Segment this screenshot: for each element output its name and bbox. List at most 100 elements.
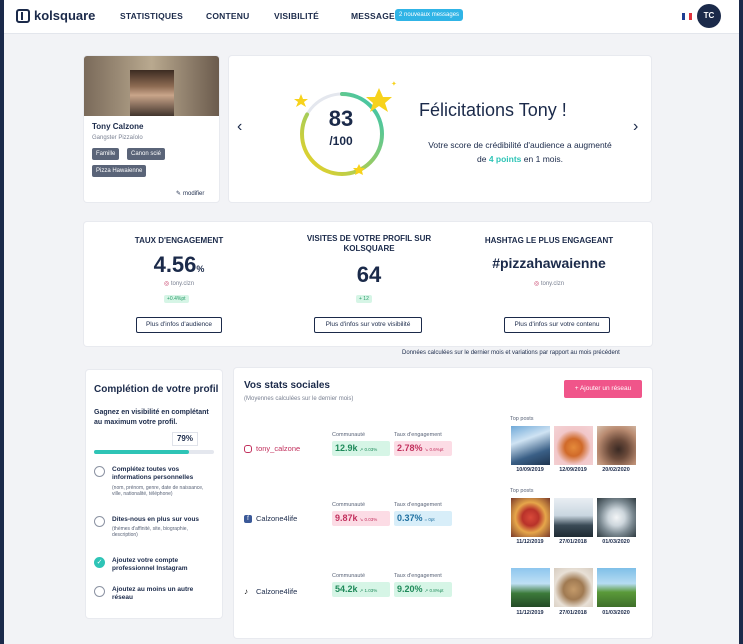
instagram-community-delta: ↗ 0.03% xyxy=(359,447,378,452)
congratulations-title: Félicitations Tony ! xyxy=(419,100,567,120)
completion-item[interactable]: Dites-nous en plus sur vous (thèmes d'af… xyxy=(94,516,218,544)
completion-title: Complétion de votre profil xyxy=(94,384,219,395)
add-network-button[interactable]: + Ajouter un réseau xyxy=(564,380,642,398)
completion-item-label: Ajoutez au moins un autre réseau xyxy=(112,586,194,601)
edit-profile-link[interactable]: ✎ modifier xyxy=(176,190,205,198)
top-post-thumbnail[interactable] xyxy=(597,568,636,607)
facebook-community-value: 9.87k xyxy=(335,513,358,523)
completion-percent: 79% xyxy=(172,432,198,446)
star-icon xyxy=(366,88,392,112)
tiktok-community: 54.2k ↗ 1.03% xyxy=(332,582,390,597)
completion-item[interactable]: Ajoutez au moins un autre réseau xyxy=(94,586,218,606)
hashtag-value: #pizzahawaienne xyxy=(492,255,606,271)
top-post-thumbnail[interactable] xyxy=(511,568,550,607)
facebook-account[interactable]: f Calzone4life xyxy=(244,514,297,523)
completion-item-label: Complétez toutes vos informations person… xyxy=(112,466,194,481)
top-post-thumbnail[interactable] xyxy=(597,498,636,537)
nav-messages[interactable]: MESSAGES xyxy=(351,11,401,21)
score-increase: 4 points xyxy=(488,154,522,164)
completion-item[interactable]: Complétez toutes vos informations person… xyxy=(94,466,218,510)
engagement-value-wrap: 4.56% xyxy=(114,252,244,278)
nav-statistiques[interactable]: STATISTIQUES xyxy=(120,11,183,21)
tiktok-engagement: 9.20% ↗ 0.8%pt xyxy=(394,582,452,597)
top-post-thumbnail[interactable] xyxy=(554,498,593,537)
engagement-label: Taux d'engagement xyxy=(394,502,442,508)
visibility-info-button[interactable]: Plus d'infos sur votre visibilité xyxy=(314,317,422,333)
facebook-engagement: 0.37% = 0pt xyxy=(394,511,452,526)
top-navigation-bar: kolsquare STATISTIQUES CONTENU VISIBILIT… xyxy=(0,0,743,34)
unchecked-circle-icon xyxy=(94,586,105,597)
social-stats-card: Vos stats sociales (Moyennes calculées s… xyxy=(234,368,652,638)
audience-info-button[interactable]: Plus d'infos d'audience xyxy=(136,317,222,333)
engagement-account: ◎ tony.clzn xyxy=(114,280,244,287)
completion-progress-bar xyxy=(94,450,214,454)
star-icon xyxy=(294,94,308,107)
top-post-thumbnail[interactable] xyxy=(554,568,593,607)
profile-card: Tony Calzone Gangster Pizzaïolo Famille … xyxy=(84,56,219,202)
top-posts-label: Top posts xyxy=(510,488,534,494)
facebook-engagement-value: 0.37% xyxy=(397,513,423,523)
facebook-community-delta: ↘ 0.03% xyxy=(359,517,378,522)
completion-item-label: Ajoutez votre compte professionnel Insta… xyxy=(112,557,188,572)
engagement-label: Taux d'engagement xyxy=(394,432,442,438)
messages-badge[interactable]: 2 nouveaux messages xyxy=(395,9,464,21)
hashtag-title: HASHTAG LE PLUS ENGAGEANT xyxy=(484,236,614,245)
instagram-account[interactable]: tony_calzone xyxy=(244,444,300,453)
community-label: Communauté xyxy=(332,502,366,508)
nav-visibilite[interactable]: VISIBILITÉ xyxy=(274,11,319,21)
top-post-thumbnail[interactable] xyxy=(511,498,550,537)
completion-item[interactable]: ✓ Ajoutez votre compte professionnel Ins… xyxy=(94,557,218,577)
tiktok-account[interactable]: ♪ Calzone4life xyxy=(244,587,297,596)
instagram-icon: ◎ xyxy=(163,281,170,287)
profile-portrait xyxy=(130,70,174,116)
score-value: 83 xyxy=(328,106,354,131)
engagement-label: Taux d'engagement xyxy=(394,573,442,579)
top-post-thumbnail[interactable] xyxy=(597,426,636,465)
next-arrow-icon[interactable]: › xyxy=(633,118,638,136)
visits-change-pill: + 12 xyxy=(356,295,372,303)
instagram-engagement: 2.78% ↘ 0.6%pt xyxy=(394,441,452,456)
profile-cover-photo xyxy=(84,56,219,116)
score-message: Votre score de crédibilité d'audience a … xyxy=(425,138,615,166)
top-post-thumbnail[interactable] xyxy=(554,426,593,465)
completion-item-label: Dites-nous en plus sur vous xyxy=(112,516,200,523)
tiktok-engagement-delta: ↗ 0.8%pt xyxy=(424,588,444,593)
profile-subtitle: Gangster Pizzaïolo xyxy=(92,135,143,141)
nav-contenu[interactable]: CONTENU xyxy=(206,11,249,21)
top-post-date: 27/01/2018 xyxy=(559,610,587,616)
engagement-change-pill: +0.4%pt xyxy=(164,295,189,303)
instagram-engagement-value: 2.78% xyxy=(397,443,423,453)
community-label: Communauté xyxy=(332,573,366,579)
engagement-value: 4.56 xyxy=(153,252,197,277)
top-post-date: 27/01/2018 xyxy=(559,539,587,545)
facebook-icon: f xyxy=(244,514,252,523)
previous-arrow-icon[interactable]: ‹ xyxy=(237,118,242,136)
unchecked-circle-icon xyxy=(94,516,105,527)
visits-title: VISITES DE VOTRE PROFIL SUR KOLSQUARE xyxy=(306,234,432,253)
french-flag-icon[interactable] xyxy=(682,13,692,20)
user-avatar[interactable]: TC xyxy=(697,4,721,28)
logo-text: kolsquare xyxy=(34,8,96,23)
check-circle-icon: ✓ xyxy=(94,557,105,568)
edit-profile-label: modifier xyxy=(183,190,205,197)
top-post-thumbnail[interactable] xyxy=(511,426,550,465)
top-post-date: 11/12/2019 xyxy=(516,610,544,616)
instagram-engagement-delta: ↘ 0.6%pt xyxy=(424,447,444,452)
engagement-account-name: tony.clzn xyxy=(170,281,195,287)
kolsquare-logo[interactable]: kolsquare xyxy=(16,8,95,23)
completion-item-detail: (thèmes d'affinité, site, biographie, de… xyxy=(112,526,188,538)
instagram-icon xyxy=(244,444,252,453)
tiktok-community-delta: ↗ 1.03% xyxy=(359,588,378,593)
profile-completion-card: Complétion de votre profil Gagnez en vis… xyxy=(86,370,222,618)
hashtag-account: ◎ tony.clzn xyxy=(474,280,624,287)
top-post-date: 11/12/2019 xyxy=(516,539,544,545)
pencil-icon: ✎ xyxy=(176,191,182,197)
summary-stats-card: TAUX D'ENGAGEMENT 4.56% ◎ tony.clzn +0.4… xyxy=(84,222,652,346)
completion-progress-fill xyxy=(94,450,189,454)
engagement-unit: % xyxy=(196,264,205,274)
content-info-button[interactable]: Plus d'infos sur votre contenu xyxy=(504,317,610,333)
community-label: Communauté xyxy=(332,432,366,438)
tiktok-community-value: 54.2k xyxy=(335,584,358,594)
facebook-engagement-delta: = 0pt xyxy=(424,517,435,522)
instagram-account-name: tony_calzone xyxy=(256,444,301,453)
